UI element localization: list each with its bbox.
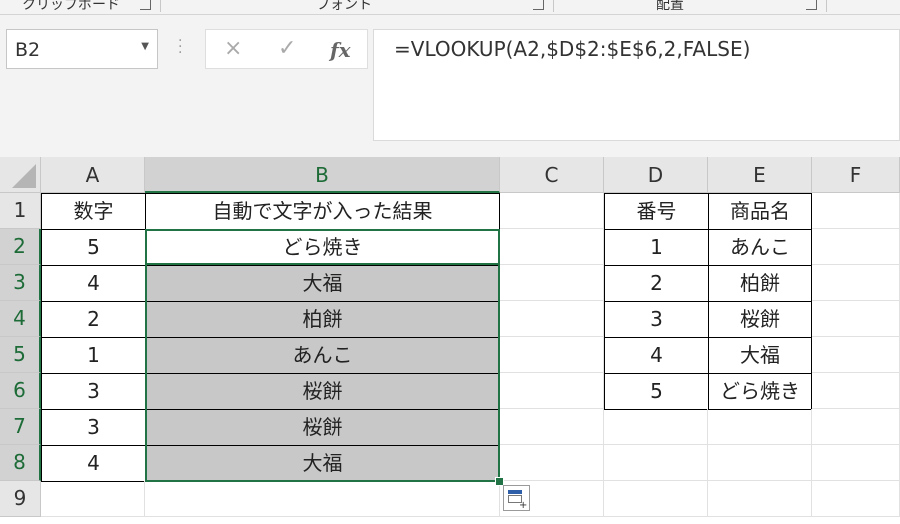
cell-d3[interactable]: 2 bbox=[604, 265, 709, 302]
name-box-value: B2 bbox=[15, 39, 41, 61]
ribbon-group-alignment[interactable]: 配置 bbox=[656, 0, 684, 14]
cell-d6[interactable]: 5 bbox=[604, 373, 709, 410]
cell-e3[interactable]: 柏餅 bbox=[708, 265, 812, 302]
quick-analysis-button[interactable]: + bbox=[503, 485, 530, 511]
cell-f9[interactable] bbox=[812, 481, 900, 517]
drag-handle-icon[interactable]: · · · bbox=[178, 34, 182, 60]
cell-a4[interactable]: 2 bbox=[41, 301, 146, 338]
column-header-b[interactable]: B bbox=[145, 157, 500, 193]
ribbon-separator bbox=[160, 0, 161, 12]
dialog-launcher-icon[interactable] bbox=[533, 0, 544, 10]
cell-c7[interactable] bbox=[500, 409, 604, 445]
cell-c3[interactable] bbox=[500, 265, 604, 301]
cell-e1[interactable]: 商品名 bbox=[708, 193, 812, 230]
spreadsheet-grid: A B C D E F 1 2 3 4 5 6 7 8 9 数字 自動で文字が入… bbox=[0, 157, 900, 524]
cell-f6[interactable] bbox=[812, 373, 900, 409]
column-header-e[interactable]: E bbox=[708, 157, 812, 193]
row-header-9[interactable]: 9 bbox=[0, 481, 41, 517]
cell-a7[interactable]: 3 bbox=[41, 409, 146, 446]
formula-input[interactable]: =VLOOKUP(A2,$D$2:$E$6,2,FALSE) bbox=[373, 29, 900, 141]
cell-b1[interactable]: 自動で文字が入った結果 bbox=[145, 193, 500, 230]
cell-a2[interactable]: 5 bbox=[41, 229, 146, 266]
cell-f1[interactable] bbox=[812, 193, 900, 229]
cell-a8[interactable]: 4 bbox=[41, 445, 146, 482]
cell-a1[interactable]: 数字 bbox=[41, 193, 146, 230]
cell-c5[interactable] bbox=[500, 337, 604, 373]
cell-f7[interactable] bbox=[812, 409, 900, 445]
row-header-3[interactable]: 3 bbox=[0, 265, 41, 301]
ribbon: クリップボード フォント 配置 bbox=[0, 0, 900, 15]
cell-b2[interactable]: どら焼き bbox=[145, 229, 500, 266]
cell-d8[interactable] bbox=[604, 445, 708, 481]
cell-c4[interactable] bbox=[500, 301, 604, 337]
cell-f8[interactable] bbox=[812, 445, 900, 481]
cell-c2[interactable] bbox=[500, 229, 604, 265]
select-all-icon bbox=[12, 164, 36, 188]
cell-c8[interactable] bbox=[500, 445, 604, 481]
cell-d2[interactable]: 1 bbox=[604, 229, 709, 266]
dialog-launcher-icon[interactable] bbox=[140, 0, 151, 10]
ribbon-separator bbox=[553, 0, 554, 12]
cell-c6[interactable] bbox=[500, 373, 604, 409]
cell-b9[interactable] bbox=[145, 481, 500, 517]
cell-e8[interactable] bbox=[708, 445, 812, 481]
select-all-button[interactable] bbox=[0, 157, 41, 193]
cell-b7[interactable]: 桜餅 bbox=[145, 409, 500, 446]
cell-e2[interactable]: あんこ bbox=[708, 229, 812, 266]
enter-icon[interactable]: ✓ bbox=[278, 36, 296, 61]
cell-d9[interactable] bbox=[604, 481, 708, 517]
cell-b3[interactable]: 大福 bbox=[145, 265, 500, 302]
row-header-2[interactable]: 2 bbox=[0, 229, 41, 265]
cell-d7[interactable] bbox=[604, 409, 708, 445]
cancel-icon[interactable]: × bbox=[224, 36, 242, 61]
cell-e9[interactable] bbox=[708, 481, 812, 517]
cell-d1[interactable]: 番号 bbox=[604, 193, 709, 230]
chevron-down-icon[interactable]: ▼ bbox=[141, 41, 149, 52]
row-header-5[interactable]: 5 bbox=[0, 337, 41, 373]
formula-buttons: × ✓ fx bbox=[205, 29, 368, 69]
ribbon-separator bbox=[826, 0, 827, 12]
column-header-a[interactable]: A bbox=[41, 157, 145, 193]
column-header-d[interactable]: D bbox=[604, 157, 708, 193]
cell-b8[interactable]: 大福 bbox=[145, 445, 500, 482]
cell-f5[interactable] bbox=[812, 337, 900, 373]
row-header-7[interactable]: 7 bbox=[0, 409, 41, 445]
cell-b6[interactable]: 桜餅 bbox=[145, 373, 500, 410]
cell-f3[interactable] bbox=[812, 265, 900, 301]
cell-f2[interactable] bbox=[812, 229, 900, 265]
row-header-6[interactable]: 6 bbox=[0, 373, 41, 409]
ribbon-group-font[interactable]: フォント bbox=[316, 0, 372, 14]
column-header-f[interactable]: F bbox=[812, 157, 900, 193]
cell-f4[interactable] bbox=[812, 301, 900, 337]
cell-b5[interactable]: あんこ bbox=[145, 337, 500, 374]
cell-d4[interactable]: 3 bbox=[604, 301, 709, 338]
row-header-4[interactable]: 4 bbox=[0, 301, 41, 337]
cell-a3[interactable]: 4 bbox=[41, 265, 146, 302]
cell-a6[interactable]: 3 bbox=[41, 373, 146, 410]
cell-d5[interactable]: 4 bbox=[604, 337, 709, 374]
cell-e4[interactable]: 桜餅 bbox=[708, 301, 812, 338]
ribbon-group-clipboard[interactable]: クリップボード bbox=[22, 0, 120, 14]
cell-e5[interactable]: 大福 bbox=[708, 337, 812, 374]
row-header-1[interactable]: 1 bbox=[0, 193, 41, 229]
cell-e7[interactable] bbox=[708, 409, 812, 445]
cell-a9[interactable] bbox=[41, 481, 145, 517]
column-header-c[interactable]: C bbox=[500, 157, 604, 193]
cell-b4[interactable]: 柏餅 bbox=[145, 301, 500, 338]
cell-a5[interactable]: 1 bbox=[41, 337, 146, 374]
cell-e6[interactable]: どら焼き bbox=[708, 373, 812, 410]
name-box[interactable]: B2 ▼ bbox=[6, 29, 158, 69]
dialog-launcher-icon[interactable] bbox=[806, 0, 817, 10]
quick-analysis-icon bbox=[508, 490, 522, 494]
insert-function-icon[interactable]: fx bbox=[330, 38, 351, 62]
row-header-8[interactable]: 8 bbox=[0, 445, 41, 481]
cell-c1[interactable] bbox=[500, 193, 604, 229]
plus-icon: + bbox=[519, 500, 528, 511]
formula-text: =VLOOKUP(A2,$D$2:$E$6,2,FALSE) bbox=[394, 37, 751, 61]
